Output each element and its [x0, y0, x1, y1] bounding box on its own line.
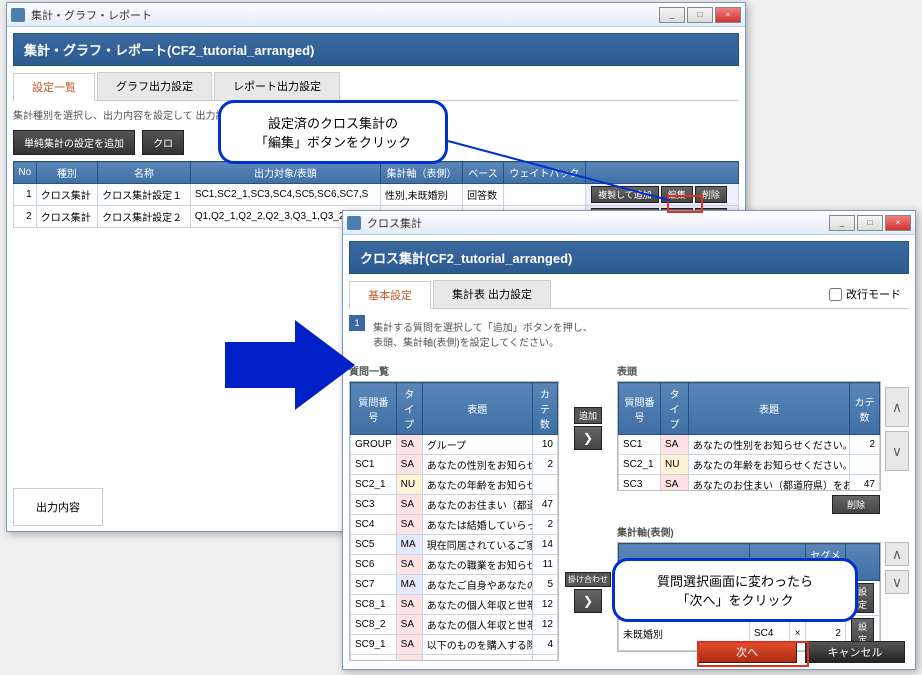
titlebar-cross: クロス集計 _ □ ×	[343, 211, 915, 235]
tab-report-output[interactable]: レポート出力設定	[214, 72, 340, 100]
app-icon	[11, 8, 25, 22]
col-no: No	[14, 162, 37, 184]
linewise-mode-label: 改行モード	[846, 286, 901, 302]
pair-label: 掛け合わせ	[565, 572, 611, 587]
col-type: タイプ	[396, 383, 422, 435]
list-item[interactable]: SC8_2SAあなたの個人年収と世帯年収をお知ら12	[351, 615, 558, 635]
col-qno: 質問番号	[351, 383, 397, 435]
col-kind: 種別	[36, 162, 97, 184]
head-scroll-down[interactable]: ∨	[885, 431, 909, 471]
col-base: ベース	[463, 162, 504, 184]
close-button[interactable]: ×	[885, 215, 911, 231]
table-row[interactable]: 1クロス集計クロス集計設定１SC1,SC2_1,SC3,SC4,SC5,SC6,…	[14, 184, 739, 206]
list-item[interactable]: SC1SAあなたの性別をお知らせください。2	[351, 455, 558, 475]
col-cat: カテ数	[850, 383, 880, 435]
head-table: 質問番号 タイプ 表題 カテ数 SC1SAあなたの性別をお知らせください。2SC…	[618, 382, 880, 491]
pair-button[interactable]: ❯	[574, 589, 602, 613]
head-delete-button[interactable]: 削除	[832, 495, 880, 514]
col-name: 名称	[98, 162, 191, 184]
col-actions	[586, 162, 739, 184]
tab-output-settings[interactable]: 集計表 出力設定	[433, 280, 551, 308]
list-item[interactable]: SC5MA現在同居されているご家族の方をお教14	[351, 535, 558, 555]
col-axis: 集計軸（表側）	[380, 162, 462, 184]
col-qno: 質問番号	[619, 383, 661, 435]
del-button[interactable]: 削除	[695, 186, 727, 203]
big-arrow-icon	[225, 320, 355, 410]
tabs-report: 設定一覧 グラフ出力設定 レポート出力設定	[13, 72, 739, 101]
linewise-mode-checkbox[interactable]	[829, 288, 842, 301]
maximize-button[interactable]: □	[857, 215, 883, 231]
add-button[interactable]: ❯	[574, 426, 602, 450]
next-button[interactable]: 次へ	[697, 641, 797, 663]
list-item[interactable]: SC7MAあなたご自身やあなたのご家族に、次の5	[351, 575, 558, 595]
add-cross-agg-button[interactable]: クロ	[142, 130, 184, 155]
callout-edit: 設定済のクロス集計の 「編集」ボタンをクリック	[218, 100, 448, 164]
app-icon	[347, 216, 361, 230]
axis-title: 集計軸(表側)	[617, 524, 909, 539]
tab-graph-output[interactable]: グラフ出力設定	[97, 72, 212, 100]
list-item[interactable]: SC1SAあなたの性別をお知らせください。2	[619, 435, 880, 455]
col-cat: カテ数	[532, 383, 557, 435]
add-label: 追加	[574, 407, 602, 424]
head-scroll-up[interactable]: ∧	[885, 387, 909, 427]
header-bar: クロス集計(CF2_tutorial_arranged)	[349, 241, 909, 274]
callout-line2: 「次へ」をクリック	[633, 590, 837, 609]
titlebar-report: 集計・グラフ・レポート _ □ ×	[7, 3, 745, 27]
title-text: クロス集計	[367, 215, 422, 231]
callout-line1: 設定済のクロス集計の	[239, 113, 427, 132]
axis-scroll-up[interactable]: ∧	[885, 542, 909, 566]
list-item[interactable]: GROUPSAグループ10	[351, 435, 558, 455]
tabs-cross: 基本設定 集計表 出力設定 改行モード	[349, 280, 909, 309]
list-item[interactable]: SC6SAあなたの職業をお知らせください。11	[351, 555, 558, 575]
add-simple-agg-button[interactable]: 単純集計の設定を追加	[13, 130, 135, 155]
footer-bar: 次へ キャンセル	[697, 641, 905, 663]
list-item[interactable]: SC9_2SA以下のものを購入する際、あなたご自身4	[351, 655, 558, 662]
list-item[interactable]: SC9_1SA以下のものを購入する際、あなたご自身4	[351, 635, 558, 655]
list-item[interactable]: SC3SAあなたのお住まい（都道府県）をお知47	[351, 495, 558, 515]
col-title: 表題	[422, 383, 532, 435]
step-description: 集計する質問を選択して「追加」ボタンを押し、 表頭、集計軸(表側)を設定してくだ…	[373, 319, 593, 349]
cancel-button[interactable]: キャンセル	[805, 641, 905, 663]
output-panel-label: 出力内容	[13, 488, 103, 526]
axis-scroll-down[interactable]: ∨	[885, 570, 909, 594]
col-type: タイプ	[661, 383, 689, 435]
list-item[interactable]: SC8_1SAあなたの個人年収と世帯年収をお知ら12	[351, 595, 558, 615]
question-table: 質問番号 タイプ 表題 カテ数 GROUPSAグループ10SC1SAあなたの性別…	[350, 382, 558, 661]
callout-line1: 質問選択画面に変わったら	[633, 571, 837, 590]
col-weight: ウェイトバック	[503, 162, 585, 184]
list-item[interactable]: SC2_1NUあなたの年齢をお知らせください。／現	[351, 475, 558, 495]
callout-line2: 「編集」ボタンをクリック	[239, 132, 427, 151]
title-text: 集計・グラフ・レポート	[31, 7, 152, 23]
maximize-button[interactable]: □	[687, 7, 713, 23]
col-target: 出力対象/表頭	[190, 162, 380, 184]
minimize-button[interactable]: _	[659, 7, 685, 23]
close-button[interactable]: ×	[715, 7, 741, 23]
tab-basic-settings[interactable]: 基本設定	[349, 281, 431, 309]
head-title: 表頭	[617, 363, 881, 378]
list-item[interactable]: SC3SAあなたのお住まい（都道府県）をお知らせく47	[619, 475, 880, 492]
list-item[interactable]: SC4SAあなたは結婚していらっしゃいますか。2	[351, 515, 558, 535]
callout-next: 質問選択画面に変わったら 「次へ」をクリック	[612, 558, 858, 622]
question-list-title: 質問一覧	[349, 363, 559, 378]
tab-settings-list[interactable]: 設定一覧	[13, 73, 95, 101]
minimize-button[interactable]: _	[829, 215, 855, 231]
col-title: 表題	[689, 383, 850, 435]
list-item[interactable]: SC2_1NUあなたの年齢をお知らせください。／現	[619, 455, 880, 475]
header-bar: 集計・グラフ・レポート(CF2_tutorial_arranged)	[13, 33, 739, 66]
